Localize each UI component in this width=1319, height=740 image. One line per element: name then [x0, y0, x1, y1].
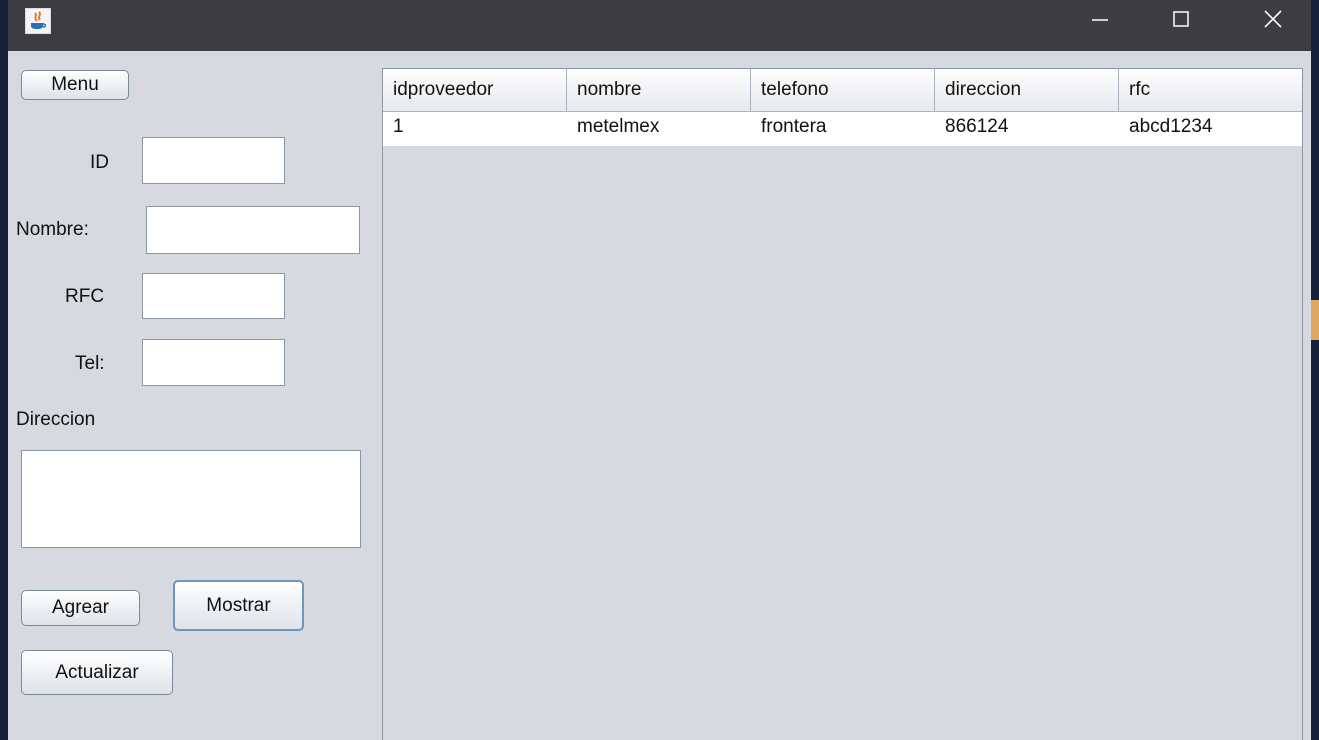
cell-rfc: abcd1234	[1129, 116, 1213, 137]
rfc-label: RFC	[65, 286, 105, 307]
minimize-icon	[1091, 10, 1109, 33]
minimize-button[interactable]	[1071, 0, 1129, 43]
direccion-label: Direccion	[16, 409, 96, 430]
content-panel: Menu ID Nombre: RFC Tel: Direccion Agrea…	[8, 51, 1311, 740]
actualizar-button[interactable]: Actualizar	[21, 650, 173, 695]
mostrar-button[interactable]: Mostrar	[173, 580, 304, 631]
column-header-nombre[interactable]: nombre	[567, 69, 751, 111]
cell-direccion: 866124	[945, 116, 1009, 137]
menu-button[interactable]: Menu	[21, 70, 129, 100]
title-bar	[8, 0, 1311, 51]
id-label: ID	[90, 152, 109, 173]
cell-telefono: frontera	[761, 116, 827, 137]
desktop-decoration	[1311, 300, 1319, 340]
id-field[interactable]	[142, 137, 285, 184]
nombre-field[interactable]	[146, 206, 360, 254]
tel-label: Tel:	[75, 353, 105, 374]
column-header-idproveedor[interactable]: idproveedor	[383, 69, 567, 111]
close-icon	[1263, 9, 1283, 34]
column-header-rfc[interactable]: rfc	[1119, 69, 1302, 111]
direccion-textarea[interactable]	[21, 450, 361, 548]
cell-idproveedor: 1	[393, 116, 404, 137]
tel-field[interactable]	[142, 339, 285, 386]
table-row[interactable]: 1 metelmex frontera 866124 abcd1234	[383, 112, 1302, 146]
close-button[interactable]	[1244, 0, 1302, 43]
java-app-icon	[25, 8, 51, 34]
rfc-field[interactable]	[142, 273, 285, 319]
cell-nombre: metelmex	[577, 116, 660, 137]
nombre-label: Nombre:	[16, 219, 89, 240]
app-window: Menu ID Nombre: RFC Tel: Direccion Agrea…	[8, 0, 1311, 740]
column-header-telefono[interactable]: telefono	[751, 69, 935, 111]
proveedores-table: idproveedor nombre telefono direccion rf…	[382, 68, 1303, 740]
table-header: idproveedor nombre telefono direccion rf…	[383, 69, 1302, 112]
maximize-button[interactable]	[1152, 0, 1210, 43]
column-header-direccion[interactable]: direccion	[935, 69, 1119, 111]
agregar-button[interactable]: Agrear	[21, 590, 140, 626]
maximize-icon	[1172, 10, 1190, 33]
